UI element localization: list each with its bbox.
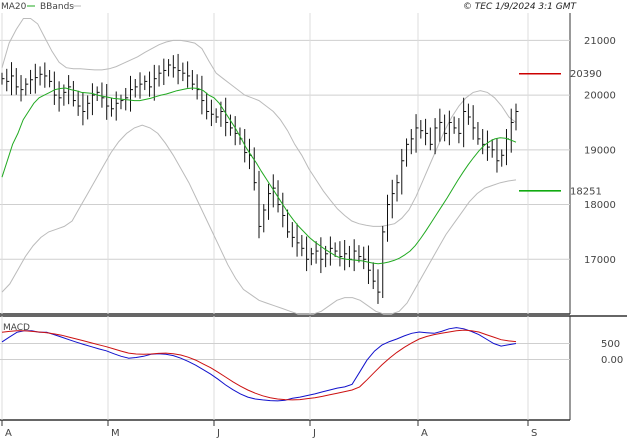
x-tick-label-4: A (421, 428, 428, 439)
macd-lines (1, 327, 517, 402)
legend-bbands: BBands (40, 2, 74, 12)
x-tick-label-5: S (531, 428, 537, 439)
x-tick-label-2: J (216, 428, 220, 439)
grid (0, 13, 570, 420)
bollinger-bands (1, 18, 517, 315)
macd-title: MACD (3, 323, 30, 333)
x-tick-label-3: J (312, 428, 316, 439)
macd-y-tick-1: 0.00 (601, 355, 623, 366)
macd-series-1 (1, 329, 517, 401)
price-y-tick-4: 17000 (584, 255, 616, 266)
x-tick-label-1: M (111, 428, 120, 439)
price-levels: 20390 18251 (519, 69, 602, 197)
price-y-tick-1: 20000 (584, 91, 616, 102)
chart-timestamp: © TEC 1/9/2024 3:1 GMT (463, 2, 578, 12)
resistance-label: 20390 (570, 69, 602, 80)
price-y-tick-0: 21000 (584, 36, 616, 47)
legend-ma20: MA20 (1, 2, 27, 12)
price-y-tick-3: 18000 (584, 200, 616, 211)
macd-y-tick-0: 500 (601, 339, 620, 350)
x-tick-labels: AMJJAS (1, 420, 537, 439)
stock-chart: 20390 18251 21000 20000 19000 18000 17000 500 0… (0, 2, 627, 439)
macd-series-0 (1, 327, 517, 402)
price-y-tick-2: 19000 (584, 145, 616, 156)
support-label: 18251 (570, 186, 602, 197)
x-tick-label-0: A (5, 428, 12, 439)
